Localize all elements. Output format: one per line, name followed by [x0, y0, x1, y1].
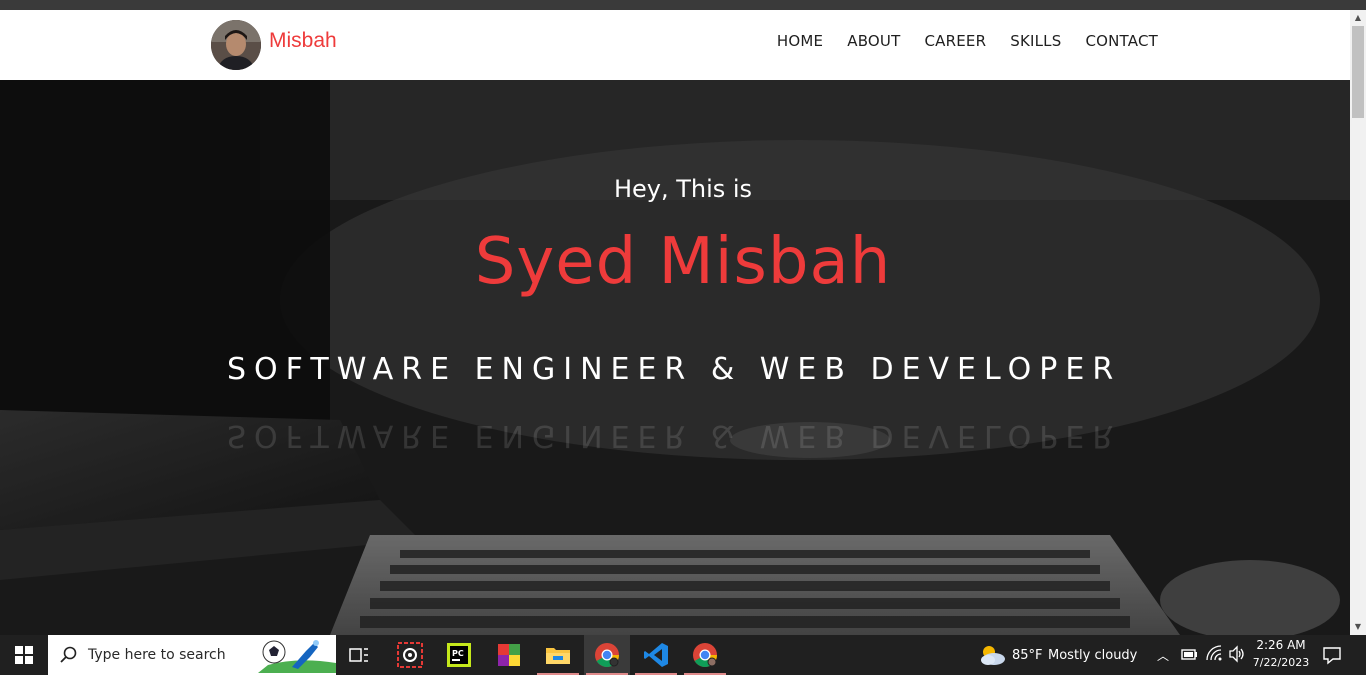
- taskbar-winrar[interactable]: [486, 635, 532, 675]
- nav-about[interactable]: ABOUT: [847, 32, 900, 50]
- search-icon: [60, 646, 77, 663]
- notifications-icon[interactable]: [1322, 645, 1342, 665]
- windows-logo-icon: [15, 646, 33, 664]
- avatar[interactable]: [211, 20, 261, 70]
- pycharm-icon: PC: [447, 643, 471, 667]
- hero-greeting: Hey, This is: [613, 175, 753, 203]
- file-explorer-icon: [546, 648, 570, 664]
- winrar-icon: [498, 644, 520, 666]
- clock-date[interactable]: 7/22/2023: [1252, 656, 1310, 669]
- taskbar-screen-capture[interactable]: [387, 635, 433, 675]
- svg-text:PC: PC: [452, 649, 464, 658]
- nav-menu: HOME ABOUT CAREER SKILLS CONTACT: [777, 32, 1158, 50]
- brand-name[interactable]: Misbah: [269, 29, 337, 53]
- page-scrollbar[interactable]: ▲ ▼: [1350, 10, 1366, 635]
- taskbar-chrome-active[interactable]: [584, 635, 630, 675]
- vscode-icon: [644, 643, 668, 667]
- weather-cloud-icon[interactable]: [978, 643, 1006, 667]
- search-placeholder: Type here to search: [88, 647, 226, 663]
- taskbar-pycharm[interactable]: PC: [436, 635, 482, 675]
- wifi-icon[interactable]: [1205, 645, 1223, 663]
- hero-section: Hey, This is Syed Misbah SOFTWARE ENGINE…: [0, 80, 1350, 635]
- hero-name: Syed Misbah: [474, 225, 892, 299]
- hero-tagline: SOFTWARE ENGINEER & WEB DEVELOPER: [227, 352, 1122, 387]
- page-viewport: Misbah HOME ABOUT CAREER SKILLS CONTACT: [0, 10, 1350, 635]
- search-highlight-football-icon[interactable]: [258, 637, 336, 673]
- taskbar-chrome-profile[interactable]: [682, 635, 728, 675]
- show-hidden-icons-chevron-icon[interactable]: ︿: [1157, 647, 1169, 664]
- taskbar-file-explorer[interactable]: [535, 635, 581, 675]
- weather-temperature[interactable]: 85°F: [1012, 648, 1043, 663]
- nav-skills[interactable]: SKILLS: [1010, 32, 1061, 50]
- navbar: Misbah HOME ABOUT CAREER SKILLS CONTACT: [0, 10, 1350, 80]
- screen-capture-icon: [397, 642, 423, 668]
- chrome-profile-icon: [693, 643, 717, 668]
- chrome-icon: [595, 643, 619, 668]
- scroll-up-arrow-icon[interactable]: ▲: [1350, 10, 1366, 26]
- nav-career[interactable]: CAREER: [924, 32, 986, 50]
- taskbar-vscode[interactable]: [633, 635, 679, 675]
- taskbar-search-box[interactable]: Type here to search: [48, 635, 336, 675]
- browser-top-strip: [0, 0, 1366, 10]
- task-view-icon: [349, 648, 368, 662]
- nav-home[interactable]: HOME: [777, 32, 823, 50]
- start-button[interactable]: [0, 635, 48, 675]
- nav-contact[interactable]: CONTACT: [1085, 32, 1158, 50]
- task-view-button[interactable]: [336, 635, 382, 675]
- scroll-thumb[interactable]: [1352, 26, 1364, 118]
- clock-time[interactable]: 2:26 AM: [1252, 638, 1310, 652]
- hero-tagline-reflection: SOFTWARE ENGINEER & WEB DEVELOPER: [227, 418, 1122, 453]
- weather-condition[interactable]: Mostly cloudy: [1048, 648, 1137, 663]
- scroll-down-arrow-icon[interactable]: ▼: [1350, 619, 1366, 635]
- volume-icon[interactable]: [1228, 645, 1246, 663]
- battery-icon[interactable]: [1180, 645, 1198, 663]
- windows-taskbar: Type here to search PC 85°F Mostly cloud…: [0, 635, 1366, 675]
